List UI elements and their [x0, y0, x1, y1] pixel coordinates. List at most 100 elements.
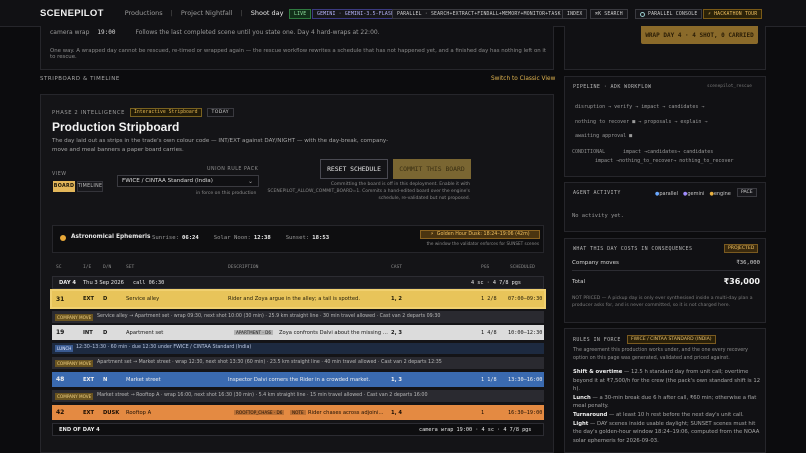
scene-scheduled: 07:00–09:30: [508, 296, 543, 302]
cost-total-value: ₹36,000: [723, 277, 760, 286]
app-logo[interactable]: SCENEPILOT: [40, 8, 104, 19]
company-move-tag: COMPANY MOVE: [55, 314, 94, 321]
breadcrumb-separator: |: [240, 9, 243, 17]
scene-scheduled: 16:30–19:00: [508, 409, 543, 416]
parallel-console-label: PARALLEL CONSOLE: [648, 11, 698, 17]
top-bar: SCENEPILOT Productions | Project Nightfa…: [0, 0, 806, 27]
view-board-button[interactable]: BOARD: [53, 181, 75, 192]
wrap-help-text: Follows the last completed scene until y…: [135, 29, 380, 36]
sunrise-time: 06:24: [181, 235, 199, 241]
scene-number: 48: [56, 376, 65, 383]
scene-ie: EXT: [83, 296, 95, 302]
camera-wrap-time[interactable]: 19:00: [97, 29, 115, 36]
col-set: SET: [126, 265, 135, 270]
scene-description: Zoya confronts Dalvi about the missing …: [279, 329, 388, 336]
not-priced-note: NOT PRICED — A pickup day is only ever s…: [572, 296, 753, 308]
scene-set: Apartment set: [126, 329, 164, 336]
scene-ie: EXT: [83, 409, 95, 416]
lunch-text: 12:30–13:30 · 60 min · due 12:30 under F…: [76, 345, 252, 350]
stripboard-description: The day laid out as strips in the trade'…: [52, 138, 389, 153]
workflow-row-3: awaiting approval ■: [575, 133, 633, 139]
scene-cast: 2, 3: [391, 329, 402, 336]
rule-light: Light — DAY scenes inside usable dayligh…: [573, 420, 760, 444]
pace-button[interactable]: PACE: [737, 188, 757, 197]
camera-wrap-label: camera wrap: [50, 29, 90, 36]
activity-legend: ●parallel ●gemini ●engine: [655, 191, 731, 197]
view-label: VIEW: [52, 172, 67, 177]
hackathon-tour-label: HACKATHON TOUR: [714, 11, 758, 17]
day-date: Thu 3 Sep 2026: [83, 279, 124, 286]
scene-dn: DUSK: [103, 409, 120, 416]
golden-hour-note: the window the validator enforces for SU…: [426, 241, 539, 246]
parallel-tools-badge: PARALLEL · SEARCH+EXTRACT+FINDALL+MEMORY…: [392, 9, 566, 19]
scene-number: 31: [56, 295, 65, 303]
stripboard-panel: PHASE 2 INTELLIGENCE Interactive Stripbo…: [40, 94, 554, 453]
golden-hour-text: Golden Hour Dusk: 18:24–19:06 (42m): [436, 232, 530, 237]
scene-pages: 1 4/8: [481, 329, 497, 336]
reset-schedule-button[interactable]: RESET SCHEDULE: [320, 159, 388, 179]
page-title: Production Stripboard: [52, 120, 180, 134]
legend-engine: ●engine: [709, 191, 731, 197]
wrap-notice-panel: camera wrap 19:00 Follows the last compl…: [40, 26, 554, 70]
parallel-console-button[interactable]: PARALLEL CONSOLE: [635, 9, 703, 19]
col-sc: SC: [56, 265, 62, 270]
model-badge: GEMINI · GEMINI-3.5-FLASH: [312, 9, 400, 19]
workflow-id: scenepilot_rescue: [707, 84, 752, 89]
search-button[interactable]: ⌘K SEARCH: [590, 9, 628, 19]
view-timeline-button[interactable]: TIMELINE: [77, 181, 103, 192]
breadcrumb-productions[interactable]: Productions: [125, 9, 163, 17]
scene-pages: 1 1/8: [481, 376, 497, 383]
scene-strip-31[interactable]: 31 EXT D Service alley Rider and Zoya ar…: [50, 289, 546, 309]
rule-turnaround: Turnaround — at least 10 h rest before t…: [573, 411, 744, 418]
scene-description: Inspector Dalvi corners the Rider in a c…: [228, 376, 371, 383]
col-dn: D/N: [103, 265, 112, 270]
union-rule-pack-value: FWICE / CINTAA Standard (India): [122, 178, 213, 184]
sunset-label: Sunset:: [285, 235, 310, 241]
commit-board-button[interactable]: COMMIT THIS BOARD: [393, 159, 471, 179]
scene-strip-48[interactable]: 48 EXT N Market street Inspector Dalvi c…: [52, 372, 544, 387]
scene-set: Service alley: [126, 296, 160, 302]
company-move-tag: COMPANY MOVE: [55, 360, 94, 367]
scene-tag: ROOFTOP_CHASE · D6: [234, 410, 285, 415]
scene-note-tag[interactable]: NOTE: [290, 410, 306, 415]
scene-set: Rooftop A: [126, 409, 152, 416]
scene-description: Rider chases across adjoini…: [308, 409, 384, 416]
pipeline-title: PIPELINE · ADK WORKFLOW: [573, 84, 652, 90]
bolt-icon: ⚡: [430, 232, 434, 237]
scene-ie: EXT: [83, 376, 95, 383]
union-rules-panel: RULES IN FORCE FWICE / CINTAA STANDARD (…: [564, 328, 766, 453]
hackathon-tour-button[interactable]: ⚡ HACKATHON TOUR: [703, 9, 763, 19]
right-sidebar: PIPELINE · ADK WORKFLOW scenepilot_rescu…: [564, 76, 766, 453]
switch-classic-view-link[interactable]: Switch to Classic View: [491, 76, 555, 82]
cost-total: Total ₹36,000: [572, 277, 760, 286]
sunrise-label: Sunrise:: [152, 235, 179, 241]
conditional-row-2: impact →nothing_to_recover→ nothing_to_r…: [595, 158, 734, 164]
conditional-label: CONDITIONAL: [572, 149, 606, 155]
lunch-row: LUNCH 12:30–13:30 · 60 min · due 12:30 u…: [52, 343, 544, 354]
union-rule-pack-select[interactable]: FWICE / CINTAA Standard (India) ⌄: [117, 175, 259, 187]
wrap-day-button[interactable]: WRAP DAY 4 · 4 SHOT, 0 CARRIED: [641, 26, 758, 44]
legend-parallel: ●parallel: [655, 191, 678, 197]
index-button[interactable]: INDEX: [562, 9, 588, 19]
globe-icon: [640, 11, 645, 17]
breadcrumb-project[interactable]: Project Nightfall: [181, 9, 233, 17]
col-ie: I/E: [83, 265, 92, 270]
company-move-row: COMPANY MOVE Service alley → Apartment s…: [52, 311, 544, 323]
end-of-day-label: END OF DAY 4: [59, 426, 100, 433]
scene-description: Rider and Zoya argue in the alley; a tai…: [228, 296, 360, 302]
day-header-row[interactable]: DAY 4 Thu 3 Sep 2026 call 06:30 4 sc · 4…: [52, 276, 544, 289]
scene-ie: INT: [83, 329, 93, 336]
scene-cast: 1, 2: [391, 296, 402, 302]
scene-dn: D: [103, 296, 108, 302]
scene-strip-42[interactable]: 42 EXT DUSK Rooftop A ROOFTOP_CHASE · D6…: [52, 405, 544, 420]
golden-hour-badge: ⚡ Golden Hour Dusk: 18:24–19:06 (42m): [420, 230, 540, 239]
end-of-day-row: END OF DAY 4 camera wrap 19:00 · 4 sc · …: [52, 423, 544, 436]
scene-cast: 1, 4: [391, 409, 402, 416]
scene-number: 19: [56, 329, 65, 336]
company-move-text: Market street → Rooftop A · wrap 16:00, …: [97, 393, 428, 398]
cost-line-value: ₹36,000: [736, 260, 760, 266]
scene-set: Market street: [126, 376, 161, 383]
scene-strip-19[interactable]: 19 INT D Apartment set APARTMENT · D6 Zo…: [52, 325, 544, 340]
company-move-tag: COMPANY MOVE: [55, 393, 94, 400]
breadcrumb: Productions | Project Nightfall | Shoot …: [125, 9, 284, 17]
